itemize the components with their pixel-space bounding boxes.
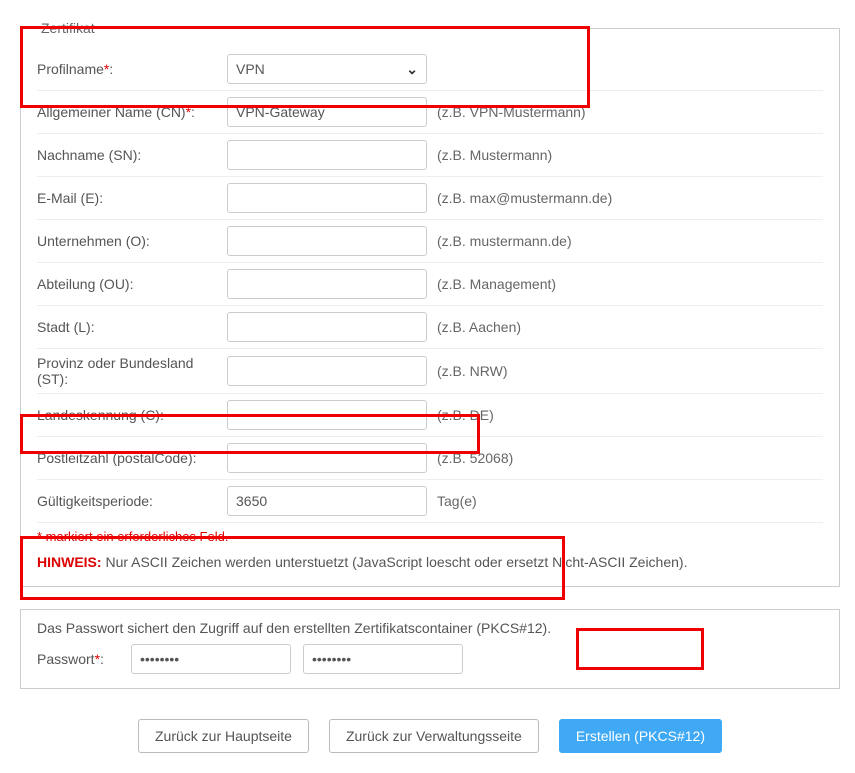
row-org: Unternehmen (O): (z.B. mustermann.de) [37, 220, 823, 263]
row-email: E-Mail (E): (z.B. max@mustermann.de) [37, 177, 823, 220]
password-description: Das Passwort sichert den Zugriff auf den… [37, 620, 823, 636]
row-city: Stadt (L): (z.B. Aachen) [37, 306, 823, 349]
required-asterisk: * [186, 104, 191, 120]
hint-validity: Tag(e) [427, 493, 823, 509]
profile-name-select[interactable]: VPN ⌄ [227, 54, 427, 84]
password-label: Passwort*: [37, 651, 119, 667]
back-admin-button[interactable]: Zurück zur Verwaltungsseite [329, 719, 539, 753]
hint-state: (z.B. NRW) [427, 363, 823, 379]
country-input[interactable] [227, 400, 427, 430]
row-cn: Allgemeiner Name (CN)*: (z.B. VPN-Muster… [37, 91, 823, 134]
label-profile-name: Profilname*: [37, 61, 227, 77]
cn-input[interactable] [227, 97, 427, 127]
required-note: * markiert ein erforderliches Feld. [37, 529, 823, 544]
hint-email: (z.B. max@mustermann.de) [427, 190, 823, 206]
password-section: Das Passwort sichert den Zugriff auf den… [20, 609, 840, 689]
back-main-button[interactable]: Zurück zur Hauptseite [138, 719, 309, 753]
create-button[interactable]: Erstellen (PKCS#12) [559, 719, 722, 753]
required-asterisk: * [95, 651, 100, 667]
row-sn: Nachname (SN): (z.B. Mustermann) [37, 134, 823, 177]
label-cn: Allgemeiner Name (CN)*: [37, 104, 227, 120]
row-profile-name: Profilname*: VPN ⌄ [37, 48, 823, 91]
hint-org: (z.B. mustermann.de) [427, 233, 823, 249]
label-country: Landeskennung (C): [37, 407, 227, 423]
label-city: Stadt (L): [37, 319, 227, 335]
label-email: E-Mail (E): [37, 190, 227, 206]
certificate-fieldset: Zertifikat Profilname*: VPN ⌄ Allgemeine… [20, 20, 840, 587]
label-org: Unternehmen (O): [37, 233, 227, 249]
state-input[interactable] [227, 356, 427, 386]
hint-postal: (z.B. 52068) [427, 450, 823, 466]
button-row: Zurück zur Hauptseite Zurück zur Verwalt… [20, 719, 840, 753]
city-input[interactable] [227, 312, 427, 342]
postal-input[interactable] [227, 443, 427, 473]
label-validity: Gültigkeitsperiode: [37, 493, 227, 509]
email-input[interactable] [227, 183, 427, 213]
fieldset-legend: Zertifikat [37, 20, 99, 36]
validity-input[interactable] [227, 486, 427, 516]
label-state: Provinz oder Bundesland (ST): [37, 355, 227, 387]
ou-input[interactable] [227, 269, 427, 299]
hint-cn: (z.B. VPN-Mustermann) [427, 104, 823, 120]
label-postal: Postleitzahl (postalCode): [37, 450, 227, 466]
sn-input[interactable] [227, 140, 427, 170]
row-state: Provinz oder Bundesland (ST): (z.B. NRW) [37, 349, 823, 394]
password-input-1[interactable] [131, 644, 291, 674]
required-asterisk: * [104, 61, 109, 77]
row-country: Landeskennung (C): (z.B. DE) [37, 394, 823, 437]
row-postal: Postleitzahl (postalCode): (z.B. 52068) [37, 437, 823, 480]
org-input[interactable] [227, 226, 427, 256]
label-sn: Nachname (SN): [37, 147, 227, 163]
chevron-down-icon: ⌄ [406, 61, 418, 78]
password-input-2[interactable] [303, 644, 463, 674]
row-validity: Gültigkeitsperiode: Tag(e) [37, 480, 823, 523]
label-ou: Abteilung (OU): [37, 276, 227, 292]
row-ou: Abteilung (OU): (z.B. Management) [37, 263, 823, 306]
hint-country: (z.B. DE) [427, 407, 823, 423]
hinweis-note: HINWEIS: Nur ASCII Zeichen werden unters… [37, 554, 823, 570]
hint-sn: (z.B. Mustermann) [427, 147, 823, 163]
hint-ou: (z.B. Management) [427, 276, 823, 292]
hint-city: (z.B. Aachen) [427, 319, 823, 335]
